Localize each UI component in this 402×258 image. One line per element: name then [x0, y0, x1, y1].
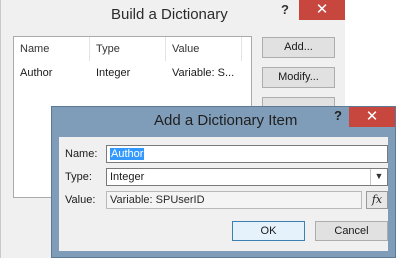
value-label: Value:: [65, 194, 96, 206]
type-select[interactable]: Integer ▼: [106, 168, 388, 186]
close-icon[interactable]: ✕: [299, 0, 345, 20]
list-item-type: Integer: [96, 67, 131, 79]
type-label: Type:: [65, 171, 92, 183]
name-field[interactable]: Author: [106, 145, 388, 163]
ok-button[interactable]: OK: [232, 221, 305, 241]
column-header-value[interactable]: Value: [166, 37, 242, 61]
help-icon[interactable]: ?: [329, 108, 347, 126]
chevron-down-icon[interactable]: ▼: [370, 169, 387, 185]
list-item-name: Author: [20, 67, 53, 79]
value-field[interactable]: Variable: SPUserID: [106, 191, 362, 209]
add-button[interactable]: Add...: [262, 37, 335, 58]
modify-button[interactable]: Modify...: [262, 67, 335, 88]
build-dictionary-title: Build a Dictionary: [111, 6, 228, 23]
help-icon[interactable]: ?: [276, 2, 294, 20]
name-label: Name:: [65, 148, 98, 160]
cancel-button[interactable]: Cancel: [315, 221, 388, 241]
fx-icon[interactable]: fx: [366, 191, 388, 209]
column-header-name[interactable]: Name: [14, 37, 90, 61]
column-header-type[interactable]: Type: [90, 37, 166, 61]
add-dictionary-item-dialog: Add a Dictionary Item ? ✕ Name: Author T…: [51, 106, 396, 258]
type-select-value: Integer: [110, 171, 145, 183]
dialog-title: Add a Dictionary Item: [154, 112, 298, 129]
close-icon[interactable]: ✕: [349, 107, 395, 127]
list-item-value: Variable: S...: [172, 67, 235, 79]
name-field-value: Author: [110, 148, 145, 160]
dialog-body: Name: Author Type: Integer ▼ Value: Vari…: [59, 137, 388, 251]
build-dictionary-titlebar: Build a Dictionary ? ✕: [1, 0, 345, 30]
